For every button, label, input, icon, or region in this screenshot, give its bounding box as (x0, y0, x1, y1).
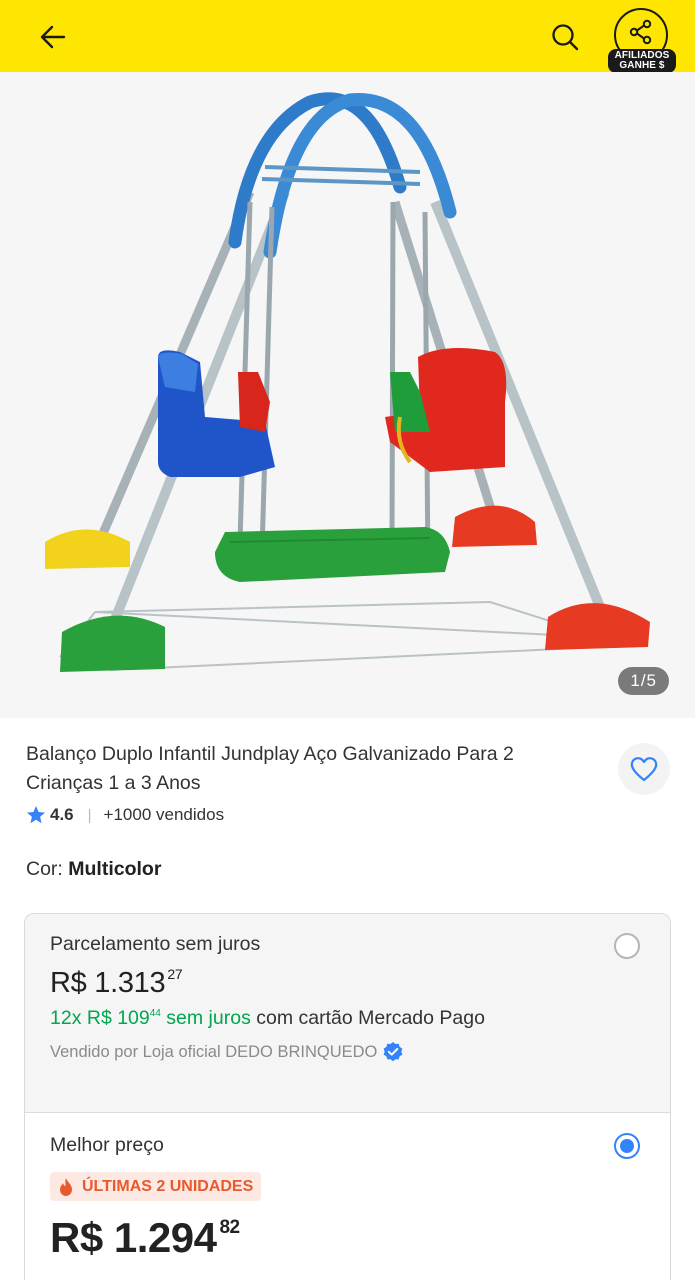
rating-separator: | (87, 806, 92, 824)
product-image (45, 92, 650, 672)
share-icon (629, 19, 652, 45)
offer-price: R$ 1.313 27 (50, 966, 183, 1000)
color-label: Cor: (26, 858, 69, 880)
star-icon (27, 806, 45, 824)
seller-info[interactable]: Vendido por Loja oficial DEDO BRINQUEDO (50, 1041, 404, 1063)
arrow-left-icon (40, 25, 66, 49)
stock-badge: ÚLTIMAS 2 UNIDADES (50, 1172, 262, 1201)
seller-text: Vendido por Loja oficial DEDO BRINQUEDO (50, 1042, 378, 1061)
affiliates-button[interactable]: AFILIADOS GANHE $ (608, 6, 676, 73)
installments-text: 12x R$ 10944 sem juros com cartão Mercad… (50, 1007, 485, 1030)
offer-best-price[interactable]: Melhor preço ÚLTIMAS 2 UNIDADES R$ 1.294… (25, 1114, 670, 1280)
offer-title: Parcelamento sem juros (50, 933, 261, 955)
offer-price: R$ 1.294 82 (50, 1214, 240, 1262)
heart-icon (630, 757, 658, 782)
currency-symbol: R$ (50, 1214, 103, 1261)
installments-count: 12x R$ 109 (50, 1007, 150, 1029)
top-app-bar: AFILIADOS GANHE $ (0, 0, 695, 73)
installments-card: com cartão Mercado Pago (250, 1007, 485, 1029)
rating-value: 4.6 (50, 805, 74, 824)
offer-radio-best-price[interactable] (614, 1133, 640, 1159)
installments-suffix: sem juros (160, 1007, 251, 1029)
search-button[interactable] (542, 14, 588, 60)
offers-card: Parcelamento sem juros R$ 1.313 27 12x R$… (24, 913, 671, 1280)
price-integer: 1.294 (113, 1214, 217, 1261)
product-title: Balanço Duplo Infantil Jundplay Aço Galv… (26, 743, 514, 794)
product-image-gallery[interactable]: 1/5 (0, 72, 695, 718)
affiliates-label: AFILIADOS GANHE $ (608, 49, 676, 73)
offer-radio-installments[interactable] (614, 933, 640, 959)
verified-badge-icon (383, 1042, 403, 1062)
currency-symbol: R$ (50, 967, 87, 999)
rating-row[interactable]: 4.6 | +1000 vendidos (26, 803, 224, 827)
image-counter: 1/5 (618, 667, 669, 695)
color-row: Cor: Multicolor (26, 858, 161, 881)
color-value: Multicolor (68, 858, 162, 880)
offer-title: Melhor preço (50, 1134, 164, 1156)
sold-count: +1000 vendidos (103, 805, 225, 824)
stock-badge-text: ÚLTIMAS 2 UNIDADES (82, 1177, 254, 1195)
favorite-button[interactable] (618, 743, 670, 795)
search-icon (552, 24, 579, 51)
price-cents: 82 (219, 1217, 240, 1238)
offer-installments[interactable]: Parcelamento sem juros R$ 1.313 27 12x R$… (25, 914, 670, 1113)
fire-icon (60, 1177, 72, 1196)
back-button[interactable] (30, 14, 76, 60)
price-cents: 27 (167, 966, 183, 982)
installments-cents: 44 (149, 1008, 161, 1019)
price-integer: 1.313 (94, 967, 166, 999)
